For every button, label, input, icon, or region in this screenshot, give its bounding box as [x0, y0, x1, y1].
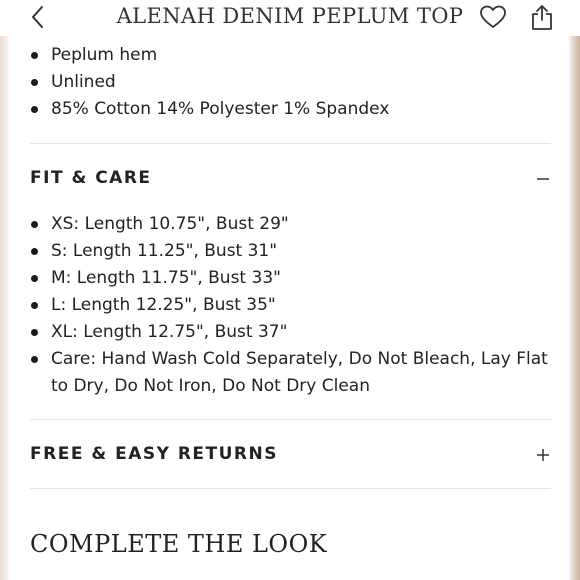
fit-care-title: FIT & CARE — [30, 168, 152, 188]
page-title: ALENAH DENIM PEPLUM TOP — [116, 4, 464, 28]
divider — [30, 419, 551, 420]
list-item: 85% Cotton 14% Polyester 1% Spandex — [30, 96, 550, 123]
complete-the-look-heading: COMPLETE THE LOOK — [30, 530, 328, 558]
background-edge-left — [0, 0, 10, 580]
list-item: Peplum hem — [30, 42, 550, 69]
list-item: XS: Length 10.75", Bust 29" — [30, 211, 550, 238]
background-edge-right — [568, 0, 580, 580]
fit-care-accordion-header[interactable]: FIT & CARE — [30, 159, 551, 199]
divider — [30, 143, 551, 144]
returns-accordion-header[interactable]: FREE & EASY RETURNS — [30, 435, 551, 475]
top-bar: ALENAH DENIM PEPLUM TOP — [0, 0, 580, 36]
heart-icon[interactable] — [479, 4, 507, 30]
details-list: Peplum hem Unlined 85% Cotton 14% Polyes… — [30, 42, 550, 123]
plus-icon[interactable] — [535, 447, 551, 463]
fit-care-list: XS: Length 10.75", Bust 29" S: Length 11… — [30, 211, 550, 400]
list-item: Unlined — [30, 69, 550, 96]
list-item: M: Length 11.75", Bust 33" — [30, 265, 550, 292]
minus-icon[interactable] — [535, 171, 551, 187]
share-icon[interactable] — [529, 3, 555, 31]
returns-title: FREE & EASY RETURNS — [30, 444, 278, 464]
list-item: S: Length 11.25", Bust 31" — [30, 238, 550, 265]
divider — [30, 488, 551, 489]
list-item: XL: Length 12.75", Bust 37" — [30, 319, 550, 346]
list-item: Care: Hand Wash Cold Separately, Do Not … — [30, 346, 550, 400]
list-item: L: Length 12.25", Bust 35" — [30, 292, 550, 319]
chevron-left-icon[interactable] — [26, 4, 52, 30]
